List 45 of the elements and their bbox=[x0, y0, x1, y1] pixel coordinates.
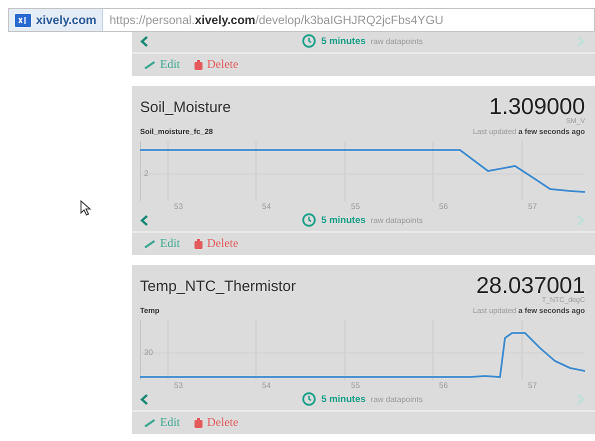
site-favicon-icon bbox=[15, 14, 31, 26]
x-axis-label: 54 bbox=[262, 202, 271, 211]
clock-icon bbox=[302, 213, 316, 227]
chevron-left-icon[interactable] bbox=[140, 36, 149, 46]
current-value: 1.309000 bbox=[489, 94, 585, 118]
edit-link[interactable]: Edit bbox=[144, 57, 180, 72]
edit-link[interactable]: Edit bbox=[144, 415, 180, 430]
pencil-icon bbox=[144, 418, 156, 426]
x-axis-label: 53 bbox=[174, 381, 183, 390]
datastream-name: Temp_NTC_Thermistor bbox=[140, 278, 296, 295]
y-axis-label: 30 bbox=[144, 348, 153, 357]
x-axis-label: 54 bbox=[262, 381, 271, 390]
site-identity[interactable]: xively.com bbox=[9, 9, 104, 31]
delete-link[interactable]: Delete bbox=[194, 236, 238, 251]
trash-icon bbox=[194, 238, 203, 248]
x-axis-label: 55 bbox=[351, 381, 360, 390]
pencil-icon bbox=[144, 240, 156, 248]
edit-link[interactable]: Edit bbox=[144, 236, 180, 251]
time-range[interactable]: 5 minutes bbox=[321, 214, 366, 226]
x-axis-label: 55 bbox=[351, 202, 360, 211]
delete-link[interactable]: Delete bbox=[194, 415, 238, 430]
x-axis-label: 56 bbox=[439, 202, 448, 211]
datastream-name: Soil_Moisture bbox=[140, 99, 231, 116]
chevron-left-icon[interactable] bbox=[140, 394, 149, 404]
x-axis-label: 56 bbox=[439, 381, 448, 390]
mouse-pointer-icon bbox=[80, 200, 92, 216]
x-axis-label: 57 bbox=[528, 381, 537, 390]
clock-icon bbox=[302, 392, 316, 406]
address-bar[interactable]: xively.com https://personal.xively.com/develop/k3baIGHJRQ2jcFbs4YGU bbox=[8, 8, 595, 32]
range-note: raw datapoints bbox=[370, 394, 423, 404]
delete-link[interactable]: Delete bbox=[194, 57, 238, 72]
clock-icon bbox=[302, 34, 316, 48]
trash-icon bbox=[194, 60, 203, 70]
time-range[interactable]: 5 minutes bbox=[321, 394, 366, 404]
y-axis-label: 2 bbox=[144, 169, 148, 178]
chevron-left-icon[interactable] bbox=[140, 214, 149, 226]
x-axis-label: 53 bbox=[174, 202, 183, 211]
x-axis-label: 57 bbox=[528, 202, 537, 211]
url-text: https://personal.xively.com/develop/k3baIGHJRQ2jcFbs4YGU bbox=[108, 13, 444, 27]
range-note: raw datapoints bbox=[370, 216, 423, 224]
range-note: raw datapoints bbox=[370, 36, 423, 46]
pencil-icon bbox=[144, 60, 156, 68]
current-value: 28.037001 bbox=[476, 273, 585, 297]
trash-icon bbox=[194, 418, 203, 428]
time-range[interactable]: 5 minutes bbox=[321, 36, 366, 46]
